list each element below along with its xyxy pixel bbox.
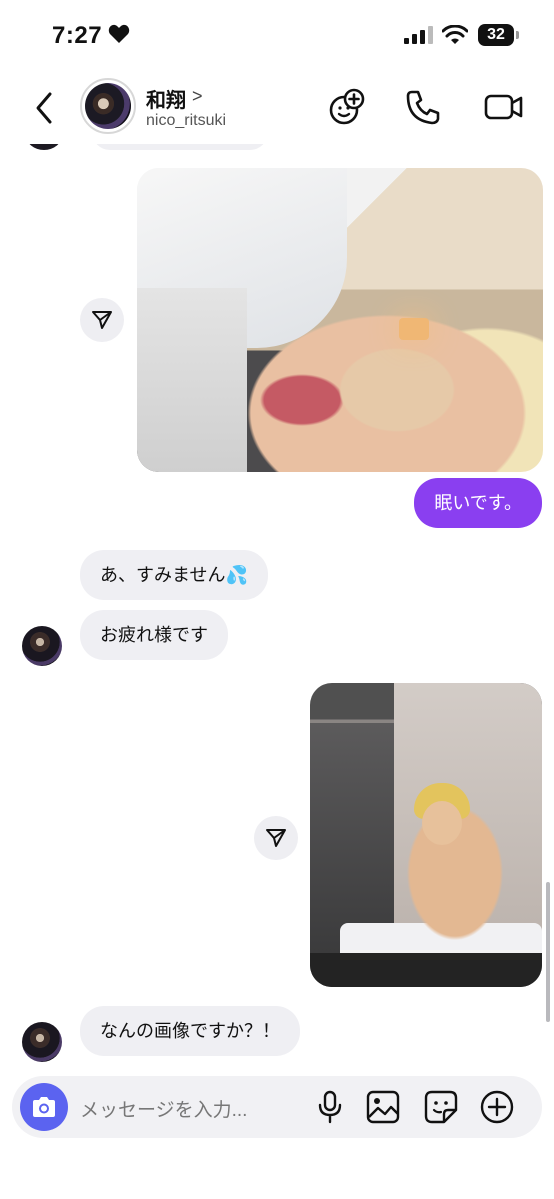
message-composer[interactable]: メッセージを入力... [12, 1076, 542, 1138]
contact-name[interactable]: 和翔 [146, 84, 186, 113]
signal-icon [404, 26, 433, 44]
image-detail [310, 953, 542, 987]
video-icon[interactable] [484, 88, 524, 126]
mic-icon[interactable] [316, 1090, 344, 1124]
message-bubble-incoming[interactable] [92, 144, 268, 150]
message-bubble-incoming[interactable]: あ、すみません💦 [80, 550, 268, 600]
avatar-image [85, 83, 131, 129]
contact-username[interactable]: nico_ritsuki [146, 112, 226, 130]
scrollbar[interactable] [546, 882, 550, 1022]
image-detail [399, 318, 429, 340]
heart-icon [108, 24, 130, 43]
chevron-right-icon[interactable]: > [192, 86, 203, 107]
image-detail [310, 723, 394, 953]
status-bar: 7:27 32 [0, 0, 554, 72]
image-detail [422, 801, 462, 845]
battery-tip [516, 31, 519, 39]
message-list[interactable]: 眠いです。 あ、すみません💦 お疲れ様です なんの画像ですか？！ [0, 144, 554, 1074]
camera-button[interactable] [20, 1083, 68, 1131]
camera-icon [33, 1097, 55, 1117]
share-button[interactable] [80, 298, 124, 342]
back-icon[interactable] [28, 88, 60, 128]
chat-avatar[interactable] [22, 1022, 62, 1062]
gallery-icon[interactable] [366, 1090, 400, 1124]
chat-header: 和翔 > nico_ritsuki [0, 72, 554, 144]
message-bubble-outgoing[interactable]: 眠いです。 [414, 478, 542, 528]
message-bubble-incoming[interactable]: お疲れ様です [80, 610, 228, 660]
wifi-icon [442, 25, 468, 44]
plus-icon[interactable] [480, 1090, 514, 1124]
share-icon [92, 311, 112, 329]
status-time: 7:27 [52, 22, 103, 49]
sticker-icon[interactable] [424, 1090, 458, 1124]
avatar[interactable] [80, 78, 136, 134]
message-input[interactable]: メッセージを入力... [80, 1095, 247, 1122]
message-image[interactable] [310, 683, 542, 987]
home-indicator-area [0, 1150, 554, 1199]
share-icon [266, 829, 286, 847]
message-image[interactable] [137, 168, 543, 472]
share-button[interactable] [254, 816, 298, 860]
add-friend-icon[interactable] [328, 88, 366, 126]
phone-icon[interactable] [404, 88, 440, 126]
image-detail [137, 288, 247, 472]
chat-avatar [26, 144, 62, 150]
battery-indicator: 32 [478, 24, 514, 46]
message-bubble-incoming[interactable]: なんの画像ですか？！ [80, 1006, 300, 1056]
chat-avatar[interactable] [22, 626, 62, 666]
